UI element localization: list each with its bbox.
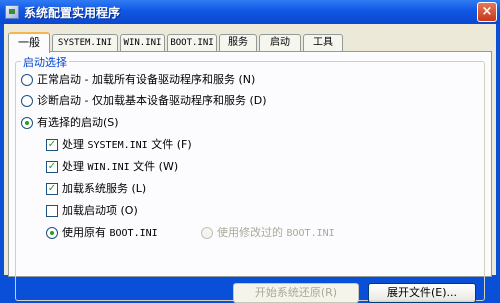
load-startup-items-checkbox[interactable]: 加载启动项 (O) [46,203,246,219]
diagnostic-startup-label: 诊断启动 - 仅加载基本设备驱动程序和服务 (D) [37,94,267,107]
diagnostic-startup-radio[interactable]: 诊断启动 - 仅加载基本设备驱动程序和服务 (D) [21,93,341,109]
start-system-restore-button[interactable]: 开始系统还原(R) [233,283,359,303]
startup-selection-group: 启动选择 正常启动 - 加载所有设备驱动程序和服务 (N) 诊断启动 - 仅加载… [15,54,485,301]
boot-modified-file: BOOT.INI [286,228,335,239]
radio-circle [21,95,33,107]
tab-tools[interactable]: 工具 [303,34,343,51]
normal-startup-label: 正常启动 - 加载所有设备驱动程序和服务 (N) [37,73,256,86]
boot-original-file: BOOT.INI [109,228,158,239]
option-file: WIN.INI [87,162,130,173]
use-modified-boot-ini-radio[interactable]: 使用修改过的 BOOT.INI [201,225,351,241]
option-suffix: 文件 (W) [129,160,179,173]
load-system-services-checkbox[interactable]: ✓ 加载系统服务 (L) [46,181,246,197]
checkmark-icon: ✓ [46,161,58,173]
option-prefix: 处理 [62,138,88,151]
option-label: 处理 SYSTEM.INI 文件 (F) [62,137,192,154]
process-system-ini-checkbox[interactable]: ✓ 处理 SYSTEM.INI 文件 (F) [46,137,246,153]
selective-startup-label: 有选择的启动(S) [37,116,119,129]
general-tab-panel: 启动选择 正常启动 - 加载所有设备驱动程序和服务 (N) 诊断启动 - 仅加载… [8,51,492,303]
option-suffix: 文件 (F) [147,138,192,151]
radio-circle-disabled [201,227,213,239]
close-button[interactable]: × [477,2,497,22]
radio-circle-selected [21,117,33,129]
window-title: 系统配置实用程序 [24,6,121,20]
radio-circle-selected [46,227,58,239]
expand-file-button[interactable]: 展开文件(E)... [368,283,476,303]
option-label: 使用原有 BOOT.INI [62,225,158,242]
tab-win-ini[interactable]: WIN.INI [120,34,165,51]
option-label: 使用修改过的 BOOT.INI [217,225,335,242]
option-label: 加载系统服务 (L) [62,182,147,195]
selective-startup-radio[interactable]: 有选择的启动(S) [21,115,181,131]
title-bar[interactable]: 系统配置实用程序 × [0,0,500,24]
tab-general[interactable]: 一般 [8,32,50,53]
option-label: 处理 WIN.INI 文件 (W) [62,159,178,176]
tab-startup[interactable]: 启动 [259,34,301,51]
checkmark-icon: ✓ [46,183,58,195]
use-original-boot-ini-radio[interactable]: 使用原有 BOOT.INI [46,225,186,241]
boot-modified-prefix: 使用修改过的 [217,226,287,239]
radio-circle [21,74,33,86]
process-win-ini-checkbox[interactable]: ✓ 处理 WIN.INI 文件 (W) [46,159,246,175]
checkbox-empty [46,205,58,217]
tab-system-ini[interactable]: SYSTEM.INI [52,34,118,51]
option-file: SYSTEM.INI [87,140,148,151]
option-label: 加载启动项 (O) [62,204,138,217]
boot-original-prefix: 使用原有 [62,226,110,239]
msconfig-app-icon [5,5,19,19]
tab-boot-ini[interactable]: BOOT.INI [167,34,217,51]
option-prefix: 处理 [62,160,88,173]
dialog-body: 一般 SYSTEM.INI WIN.INI BOOT.INI 服务 启动 工具 … [4,24,496,303]
normal-startup-radio[interactable]: 正常启动 - 加载所有设备驱动程序和服务 (N) [21,72,341,88]
tab-services[interactable]: 服务 [219,34,257,51]
checkmark-icon: ✓ [46,139,58,151]
group-legend: 启动选择 [21,54,69,70]
